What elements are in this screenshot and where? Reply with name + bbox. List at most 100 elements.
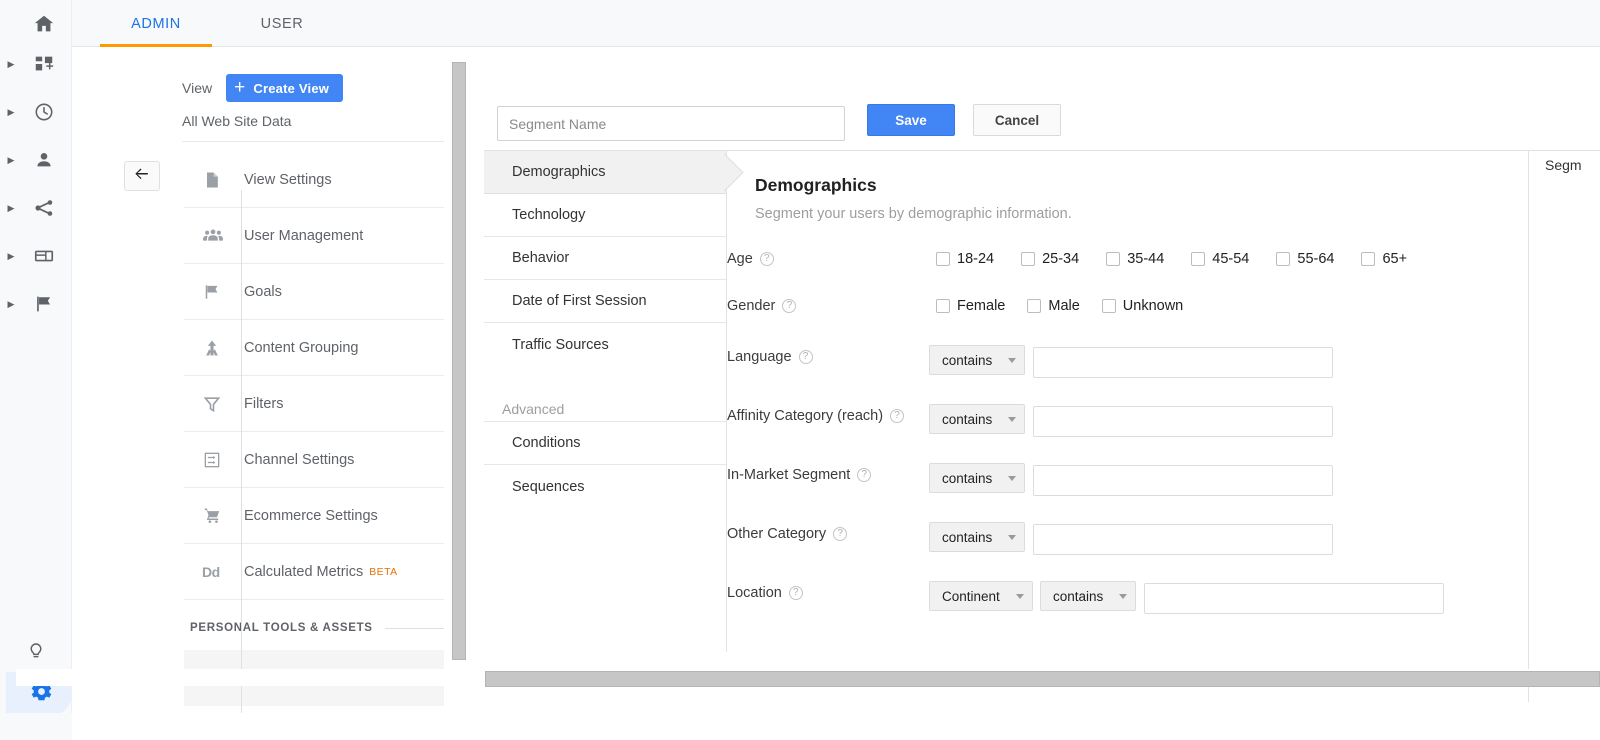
rail-item-audience[interactable]: ▶ — [0, 136, 72, 184]
nav-item-ecommerce-settings[interactable]: Ecommerce Settings — [184, 488, 444, 544]
gender-option-label: Male — [1048, 298, 1080, 314]
checkbox[interactable] — [1276, 252, 1291, 266]
view-label: View — [182, 80, 213, 96]
rail-item-conversions[interactable]: ▶ — [0, 280, 72, 328]
category-date-of-first-session[interactable]: Date of First Session — [484, 280, 726, 323]
checkbox[interactable] — [1021, 252, 1036, 266]
gender-option-label: Unknown — [1122, 298, 1184, 314]
other-category-value-input[interactable] — [1033, 524, 1333, 555]
segment-name-input[interactable] — [497, 106, 845, 141]
tab-admin-label: ADMIN — [131, 15, 181, 32]
checkbox[interactable] — [1101, 299, 1116, 313]
flag-icon — [22, 293, 66, 315]
age-option-label: 65+ — [1382, 251, 1408, 267]
age-option-45-54[interactable]: 45-54 — [1191, 251, 1249, 267]
language-match-dropdown[interactable]: contains — [929, 345, 1025, 375]
chevron-right-icon: ▶ — [7, 154, 15, 165]
rail-item-acquisition[interactable]: ▶ — [0, 184, 72, 232]
bottom-strip-rail — [0, 713, 72, 740]
tab-user[interactable]: USER — [240, 0, 324, 47]
location-match-dropdown[interactable]: contains — [1040, 581, 1136, 611]
category-label: Date of First Session — [512, 293, 647, 309]
in-market-segment-label: In-Market Segment — [727, 467, 851, 483]
checkbox[interactable] — [936, 299, 950, 313]
category-demographics[interactable]: Demographics — [484, 151, 726, 194]
help-icon[interactable]: ? — [857, 468, 872, 482]
help-icon[interactable]: ? — [788, 586, 803, 600]
other-category-match-dropdown[interactable]: contains — [929, 522, 1025, 552]
field-row-in-market-segment: In-Market Segment ? — [727, 467, 872, 483]
people-icon — [202, 225, 244, 247]
gender-option-male[interactable]: Male — [1027, 298, 1080, 314]
cancel-button[interactable]: Cancel — [973, 104, 1061, 136]
help-icon[interactable]: ? — [782, 299, 797, 313]
help-icon[interactable]: ? — [798, 350, 813, 364]
checkbox[interactable] — [1191, 252, 1206, 266]
category-label: Technology — [512, 207, 586, 223]
nav-item-view-settings[interactable]: View Settings — [184, 152, 444, 208]
gender-option-female[interactable]: Female — [936, 298, 1005, 314]
age-option-18-24[interactable]: 18-24 — [936, 251, 994, 267]
save-button[interactable]: Save — [867, 104, 955, 136]
checkbox[interactable] — [1027, 299, 1042, 313]
chevron-down-icon — [1008, 416, 1016, 422]
rail-item-behavior[interactable]: ▶ — [0, 232, 72, 280]
content-grouping-icon — [202, 338, 244, 358]
left-icon-rail: ▶ ▶ ▶ ▶ ▶ ▶ — [0, 0, 72, 740]
in-market-segment-value-input[interactable] — [1033, 465, 1333, 496]
location-value-input[interactable] — [1144, 583, 1444, 614]
field-row-language: Language ? — [727, 349, 813, 365]
beta-badge: BETA — [369, 565, 398, 578]
checkbox[interactable] — [936, 252, 950, 266]
create-view-button[interactable]: + Create View — [226, 74, 344, 102]
age-option-65-plus[interactable]: 65+ — [1361, 251, 1407, 267]
affinity-category-match-dropdown[interactable]: contains — [929, 404, 1025, 434]
language-value-input[interactable] — [1033, 347, 1333, 378]
help-icon[interactable]: ? — [890, 409, 905, 423]
clock-icon — [22, 101, 66, 123]
nav-item-label: Ecommerce Settings — [244, 507, 378, 524]
window-panels-icon — [22, 245, 66, 267]
nav-item-calculated-metrics[interactable]: Dd Calculated Metrics BETA — [184, 544, 444, 600]
affinity-category-match-value: contains — [942, 411, 993, 427]
rail-item-realtime[interactable]: ▶ — [0, 88, 72, 136]
nav-item-channel-settings[interactable]: Channel Settings — [184, 432, 444, 488]
view-selector-row: View + Create View — [182, 74, 344, 102]
current-view-name[interactable]: All Web Site Data — [182, 113, 444, 142]
tab-admin[interactable]: ADMIN — [100, 0, 212, 47]
editor-hscroll-thumb[interactable] — [485, 671, 1600, 687]
category-conditions[interactable]: Conditions — [484, 422, 726, 465]
admin-pane-scroll-thumb[interactable] — [452, 62, 466, 660]
category-traffic-sources[interactable]: Traffic Sources — [484, 323, 726, 366]
field-row-other-category: Other Category ? — [727, 526, 848, 542]
checkbox[interactable] — [1106, 252, 1121, 266]
chevron-right-icon: ▶ — [7, 202, 15, 213]
rail-item-customization[interactable]: ▶ — [0, 40, 72, 88]
nav-item-label: Content Grouping — [244, 339, 359, 356]
location-scope-dropdown[interactable]: Continent — [929, 581, 1033, 611]
nav-item-filters[interactable]: Filters — [184, 376, 444, 432]
category-sequences[interactable]: Sequences — [484, 465, 726, 508]
gender-option-unknown[interactable]: Unknown — [1101, 298, 1184, 314]
help-icon[interactable]: ? — [833, 527, 848, 541]
nav-item-user-management[interactable]: User Management — [184, 208, 444, 264]
help-icon[interactable]: ? — [759, 252, 774, 266]
collapse-pane-button[interactable] — [124, 161, 160, 191]
age-option-25-34[interactable]: 25-34 — [1021, 251, 1079, 267]
tab-user-label: USER — [260, 15, 304, 32]
nav-item-content-grouping[interactable]: Content Grouping — [184, 320, 444, 376]
chevron-right-icon: ▶ — [7, 106, 15, 117]
chevron-right-icon: ▶ — [7, 298, 15, 309]
category-behavior[interactable]: Behavior — [484, 237, 726, 280]
checkbox[interactable] — [1361, 252, 1376, 266]
in-market-segment-match-dropdown[interactable]: contains — [929, 463, 1025, 493]
age-label: Age — [727, 251, 753, 267]
age-option-55-64[interactable]: 55-64 — [1276, 251, 1334, 267]
affinity-category-value-input[interactable] — [1033, 406, 1333, 437]
advanced-section-label: Advanced — [484, 380, 726, 422]
category-technology[interactable]: Technology — [484, 194, 726, 237]
age-option-35-44[interactable]: 35-44 — [1106, 251, 1164, 267]
app-root: ▶ ▶ ▶ ▶ ▶ ▶ ADMIN USER View + Create Vie… — [0, 0, 1600, 740]
channel-settings-icon — [202, 450, 244, 470]
nav-item-goals[interactable]: Goals — [184, 264, 444, 320]
